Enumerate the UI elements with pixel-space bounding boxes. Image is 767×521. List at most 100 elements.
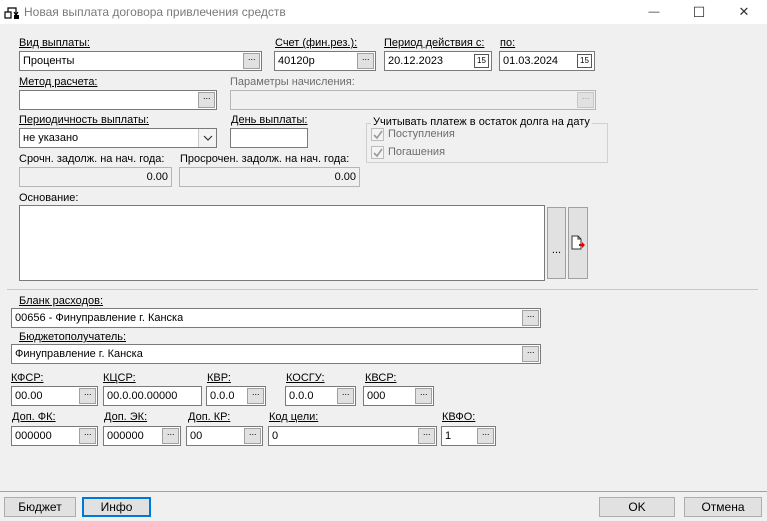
close-icon: ✕ [738, 4, 750, 19]
cancel-button-label: Отмена [701, 500, 745, 514]
expense-form-field[interactable]: 00656 - Финуправление г. Канска ··· [11, 308, 541, 328]
calendar-icon[interactable]: 15 [577, 54, 592, 68]
payment-type-label: Вид выплаты: [19, 37, 90, 49]
account-value: 40120р [278, 55, 315, 67]
payment-day-label: День выплаты: [231, 114, 308, 126]
basis-textarea[interactable] [19, 205, 545, 281]
account-select-button[interactable]: ··· [357, 53, 374, 69]
urgent-debt-label: Срочн. задолж. на нач. года: [19, 153, 165, 165]
kcsr-label: КЦСР: [103, 372, 136, 384]
goal-code-field[interactable]: 0 ··· [268, 426, 437, 446]
calendar-icon[interactable]: 15 [474, 54, 489, 68]
calc-method-field[interactable]: ··· [19, 90, 217, 110]
kvsr-field[interactable]: 000 ··· [363, 386, 434, 406]
footer-divider [0, 491, 767, 492]
payment-type-select-button[interactable]: ··· [243, 53, 260, 69]
kvr-field[interactable]: 0.0.0 ··· [206, 386, 266, 406]
calc-method-select-button[interactable]: ··· [198, 92, 215, 108]
overdue-debt-value: 0.00 [334, 171, 356, 183]
urgent-debt-value: 0.00 [146, 171, 168, 183]
kvsr-select-button[interactable]: ··· [415, 388, 432, 404]
cancel-button[interactable]: Отмена [684, 497, 762, 517]
incoming-checkbox-label: Поступления [388, 128, 455, 140]
chevron-down-icon[interactable] [198, 129, 216, 147]
basis-ellipsis-button[interactable]: ... [547, 207, 566, 279]
recipient-value: Финуправление г. Канска [15, 348, 143, 360]
budget-button[interactable]: Бюджет [4, 497, 76, 517]
basis-ellipsis-label: ... [551, 244, 562, 256]
urgent-debt-field: 0.00 [19, 167, 172, 187]
app-icon [4, 4, 20, 20]
recipient-select-button[interactable]: ··· [522, 346, 539, 362]
kvsr-value: 000 [367, 390, 386, 402]
dop-ek-value: 000000 [107, 430, 144, 442]
maximize-icon: ☐ [692, 3, 706, 20]
dop-fk-field[interactable]: 000000 ··· [11, 426, 98, 446]
ok-button[interactable]: OK [599, 497, 675, 517]
basis-attach-button[interactable] [568, 207, 588, 279]
maximize-button[interactable]: ☐ [676, 0, 722, 24]
dop-fk-label: Доп. ФК: [12, 411, 56, 423]
kvfo-field[interactable]: 1 ··· [441, 426, 496, 446]
periodicity-value: не указано [23, 132, 79, 144]
dop-kr-select-button[interactable]: ··· [244, 428, 261, 444]
checkbox-checked-icon [371, 146, 384, 159]
kvfo-select-button[interactable]: ··· [477, 428, 494, 444]
budget-button-label: Бюджет [18, 500, 62, 514]
calc-method-label: Метод расчета: [19, 76, 98, 88]
period-to-value: 01.03.2024 [503, 55, 559, 67]
payment-day-field[interactable] [230, 128, 308, 148]
dop-fk-select-button[interactable]: ··· [79, 428, 96, 444]
payment-type-value: Проценты [23, 55, 75, 67]
info-button[interactable]: Инфо [82, 497, 151, 517]
kvfo-label: КВФО: [442, 411, 476, 423]
ok-button-label: OK [628, 500, 646, 514]
period-to-field[interactable]: 01.03.2024 15 [499, 51, 595, 71]
dop-ek-label: Доп. ЭК: [104, 411, 148, 423]
period-from-field[interactable]: 20.12.2023 15 [384, 51, 492, 71]
period-from-label: Период действия с: [384, 37, 485, 49]
expense-form-label: Бланк расходов: [19, 295, 103, 307]
window-title: Новая выплата договора привлечения средс… [24, 5, 286, 19]
recipient-field[interactable]: Финуправление г. Канска ··· [11, 344, 541, 364]
kosgu-value: 0.0.0 [289, 390, 314, 402]
periodicity-label: Периодичность выплаты: [19, 114, 149, 126]
accrual-params-field: ··· [230, 90, 596, 110]
close-button[interactable]: ✕ [721, 0, 767, 24]
period-to-label: по: [500, 37, 516, 49]
periodicity-combobox[interactable]: не указано [19, 128, 217, 148]
minimize-button[interactable]: — [631, 0, 677, 24]
dop-kr-value: 00 [190, 430, 203, 442]
payment-type-field[interactable]: Проценты ··· [19, 51, 262, 71]
kosgu-select-button[interactable]: ··· [337, 388, 354, 404]
accrual-params-select-button: ··· [577, 92, 594, 108]
dop-fk-value: 000000 [15, 430, 52, 442]
account-field[interactable]: 40120р ··· [274, 51, 376, 71]
goal-code-value: 0 [272, 430, 279, 442]
kvsr-label: КВСР: [365, 372, 397, 384]
recipient-label: Бюджетополучатель: [19, 331, 127, 343]
kosgu-label: КОСГУ: [286, 372, 325, 384]
dop-kr-field[interactable]: 00 ··· [186, 426, 263, 446]
kvfo-value: 1 [445, 430, 452, 442]
kvr-select-button[interactable]: ··· [247, 388, 264, 404]
repayment-checkbox: Погашения [371, 146, 445, 159]
kcsr-field[interactable]: 00.0.00.00000 [103, 386, 202, 406]
accrual-params-label: Параметры начисления: [230, 76, 355, 88]
dop-ek-select-button[interactable]: ··· [162, 428, 179, 444]
kfsr-select-button[interactable]: ··· [79, 388, 96, 404]
kfsr-value: 00.00 [15, 390, 43, 402]
checkbox-checked-icon [371, 128, 384, 141]
expense-form-select-button[interactable]: ··· [522, 310, 539, 326]
basis-label: Основание: [19, 192, 79, 204]
kosgu-field[interactable]: 0.0.0 ··· [285, 386, 356, 406]
dop-ek-field[interactable]: 000000 ··· [103, 426, 181, 446]
info-button-label: Инфо [100, 500, 133, 514]
kvr-label: КВР: [207, 372, 231, 384]
goal-code-select-button[interactable]: ··· [418, 428, 435, 444]
account-label: Счет (фин.рез.): [275, 37, 358, 49]
kvr-value: 0.0.0 [210, 390, 235, 402]
period-from-value: 20.12.2023 [388, 55, 444, 67]
kfsr-field[interactable]: 00.00 ··· [11, 386, 98, 406]
overdue-debt-field: 0.00 [179, 167, 360, 187]
